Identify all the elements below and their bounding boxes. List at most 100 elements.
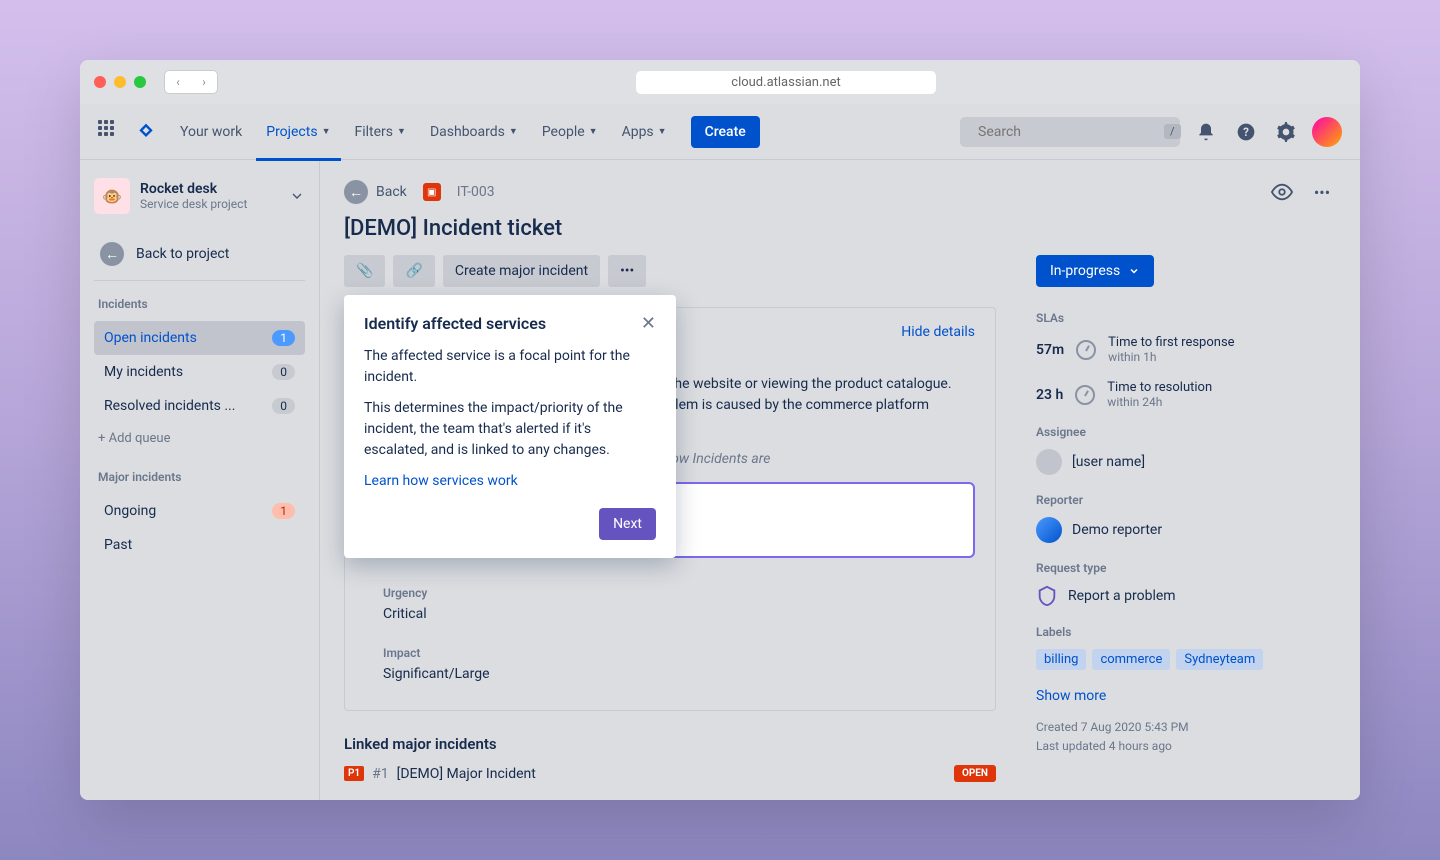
sidebar-item-resolved-incidents[interactable]: Resolved incidents ... 0 — [94, 389, 305, 423]
user-avatar-icon — [1036, 517, 1062, 543]
main-content: ← Back ▣ IT-003 ••• [DEMO] Incident tick… — [320, 160, 1360, 800]
count-badge: 0 — [272, 364, 295, 380]
project-icon: 🐵 — [94, 178, 130, 214]
nav-apps[interactable]: Apps▼ — [612, 117, 677, 147]
create-button[interactable]: Create — [691, 116, 760, 148]
arrow-left-icon: ← — [100, 242, 124, 266]
status-dropdown[interactable]: In-progress — [1036, 255, 1154, 287]
caret-icon: ▼ — [322, 126, 331, 137]
popover-learn-link[interactable]: Learn how services work — [364, 473, 518, 489]
popover-close-button[interactable]: ✕ — [641, 313, 656, 334]
hide-details-link[interactable]: Hide details — [901, 324, 975, 340]
browser-chrome: ‹ › cloud.atlassian.net — [80, 60, 1360, 104]
popover-title: Identify affected services — [364, 314, 546, 333]
count-badge: 1 — [272, 330, 295, 346]
popover-next-button[interactable]: Next — [599, 508, 656, 540]
sidebar-item-ongoing[interactable]: Ongoing 1 — [94, 494, 305, 528]
project-type: Service desk project — [140, 197, 279, 211]
search-input[interactable] — [978, 124, 1156, 140]
onboarding-popover: Identify affected services ✕ The affecte… — [344, 295, 676, 558]
svg-text:?: ? — [1243, 125, 1249, 139]
label-tag[interactable]: Sydneyteam — [1176, 649, 1263, 670]
linked-incidents-title: Linked major incidents — [344, 735, 996, 753]
search-box[interactable]: / — [960, 117, 1180, 147]
nav-people[interactable]: People▼ — [532, 117, 608, 147]
clock-icon — [1076, 340, 1096, 360]
more-actions-icon[interactable]: ••• — [1308, 178, 1336, 206]
issue-title: [DEMO] Incident ticket — [344, 216, 1336, 241]
sidebar: 🐵 Rocket desk Service desk project ← Bac… — [80, 160, 320, 800]
chevron-down-icon — [289, 188, 305, 204]
add-queue-button[interactable]: + Add queue — [94, 423, 305, 454]
page-back-button[interactable]: ← Back — [344, 180, 407, 204]
impact-value: Significant/Large — [383, 666, 957, 682]
nav-filters[interactable]: Filters▼ — [345, 117, 416, 147]
status-badge: OPEN — [954, 765, 996, 782]
urgency-value: Critical — [383, 606, 957, 622]
app-header: Your work Projects▼ Filters▼ Dashboards▼… — [80, 104, 1360, 160]
urgency-label: Urgency — [383, 586, 957, 600]
app-switcher-icon[interactable] — [98, 120, 122, 144]
jira-logo-icon[interactable] — [136, 122, 156, 142]
browser-url[interactable]: cloud.atlassian.net — [636, 71, 936, 94]
labels-label: Labels — [1036, 625, 1336, 639]
settings-icon[interactable] — [1272, 118, 1300, 146]
attach-button[interactable]: 📎 — [344, 255, 385, 287]
search-shortcut: / — [1164, 124, 1181, 139]
sidebar-item-open-incidents[interactable]: Open incidents 1 — [94, 321, 305, 355]
window-close-button[interactable] — [94, 76, 106, 88]
sla-row: 23 h Time to resolutionwithin 24h — [1036, 380, 1336, 409]
sidebar-item-past[interactable]: Past — [94, 528, 305, 562]
sidebar-item-my-incidents[interactable]: My incidents 0 — [94, 355, 305, 389]
arrow-left-icon: ← — [344, 180, 368, 204]
request-type-row[interactable]: Report a problem — [1036, 585, 1336, 607]
window-minimize-button[interactable] — [114, 76, 126, 88]
project-selector[interactable]: 🐵 Rocket desk Service desk project — [94, 178, 305, 224]
section-major-title: Major incidents — [94, 454, 305, 494]
popover-text: This determines the impact/priority of t… — [364, 398, 656, 461]
slas-label: SLAs — [1036, 311, 1336, 325]
reporter-label: Reporter — [1036, 493, 1336, 507]
more-issue-actions-button[interactable]: ••• — [608, 255, 646, 287]
priority-badge: P1 — [344, 766, 364, 781]
assignee-row[interactable]: [user name] — [1036, 449, 1336, 475]
linked-number: #1 — [372, 766, 389, 782]
create-major-incident-button[interactable]: Create major incident — [443, 255, 600, 287]
popover-text: The affected service is a focal point fo… — [364, 346, 656, 388]
clock-icon — [1075, 385, 1095, 405]
section-incidents-title: Incidents — [94, 281, 305, 321]
help-icon[interactable]: ? — [1232, 118, 1260, 146]
reporter-row[interactable]: Demo reporter — [1036, 517, 1336, 543]
project-name: Rocket desk — [140, 181, 279, 197]
assignee-label: Assignee — [1036, 425, 1336, 439]
browser-forward-button[interactable]: › — [191, 71, 217, 93]
nav-your-work[interactable]: Your work — [170, 117, 252, 147]
sla-row: 57m Time to first responsewithin 1h — [1036, 335, 1336, 364]
created-text: Created 7 Aug 2020 5:43 PM — [1036, 718, 1336, 737]
updated-text: Last updated 4 hours ago — [1036, 737, 1336, 756]
impact-label: Impact — [383, 646, 957, 660]
label-tag[interactable]: commerce — [1092, 649, 1170, 670]
nav-dashboards[interactable]: Dashboards▼ — [420, 117, 528, 147]
user-avatar-icon — [1036, 449, 1062, 475]
count-badge: 1 — [272, 503, 295, 519]
linked-incident-row[interactable]: P1 #1 [DEMO] Major Incident OPEN — [344, 765, 996, 782]
request-type-label: Request type — [1036, 561, 1336, 575]
link-button[interactable]: 🔗 — [393, 255, 434, 287]
window-maximize-button[interactable] — [134, 76, 146, 88]
label-tag[interactable]: billing — [1036, 649, 1086, 670]
issue-type-icon: ▣ — [423, 183, 441, 201]
back-to-project-link[interactable]: ← Back to project — [94, 228, 305, 281]
linked-name: [DEMO] Major Incident — [397, 766, 536, 782]
user-avatar[interactable] — [1312, 117, 1342, 147]
notifications-icon[interactable] — [1192, 118, 1220, 146]
chevron-down-icon — [1128, 265, 1140, 277]
nav-projects[interactable]: Projects▼ — [256, 117, 340, 147]
count-badge: 0 — [272, 398, 295, 414]
shield-icon — [1036, 585, 1058, 607]
issue-sidebar: In-progress SLAs 57m Time to first respo… — [1036, 255, 1336, 782]
browser-back-button[interactable]: ‹ — [165, 71, 191, 93]
issue-key[interactable]: IT-003 — [457, 184, 495, 200]
watch-icon[interactable] — [1268, 178, 1296, 206]
show-more-link[interactable]: Show more — [1036, 688, 1336, 704]
